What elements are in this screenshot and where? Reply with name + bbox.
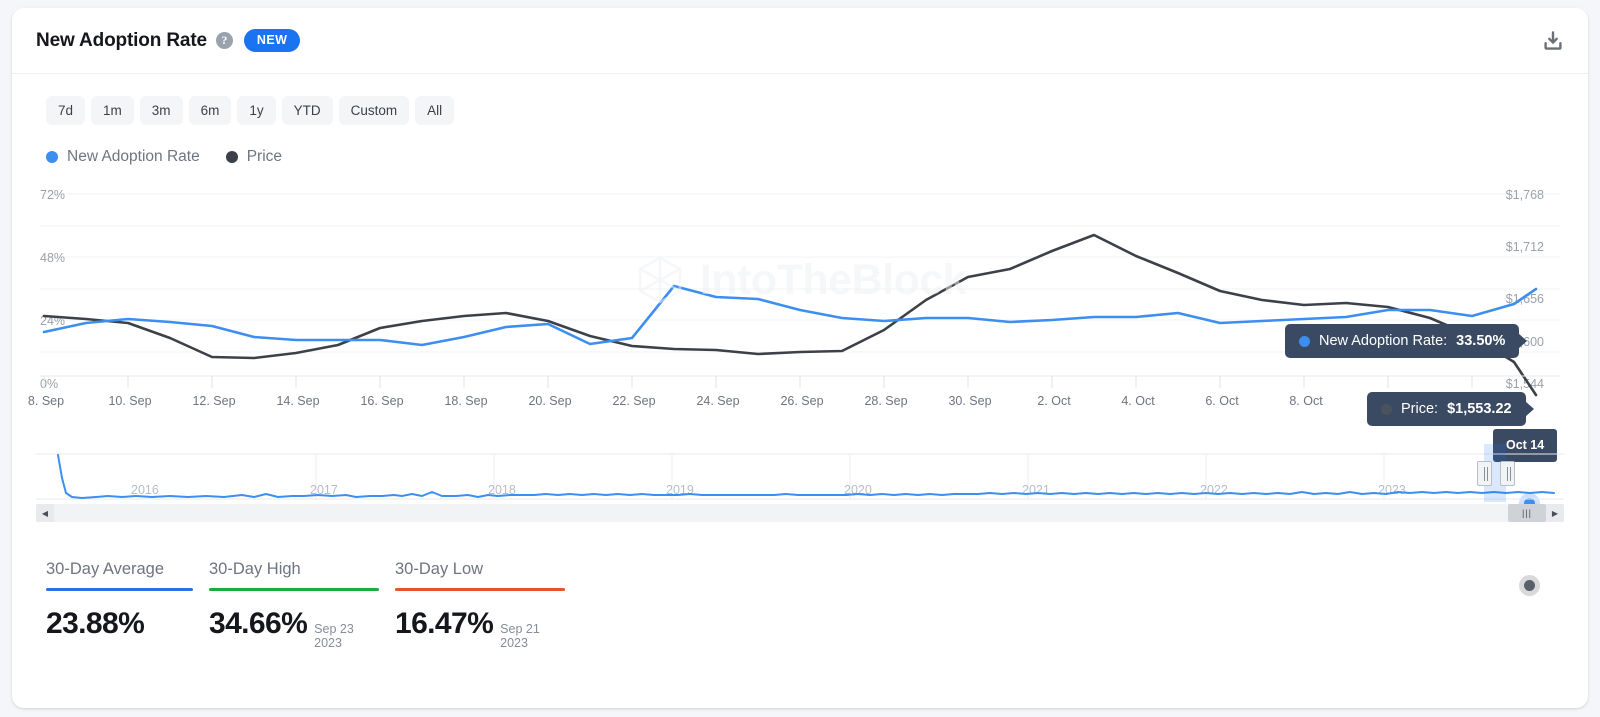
tooltip-value: 33.50% (1456, 333, 1505, 349)
navigator-handle-right[interactable] (1500, 461, 1515, 486)
svg-text:72%: 72% (40, 188, 65, 202)
range-button-7d[interactable]: 7d (46, 96, 85, 125)
range-button-custom[interactable]: Custom (339, 96, 410, 125)
svg-text:22. Sep: 22. Sep (612, 394, 655, 408)
stat-value-row: 34.66% Sep 23 2023 (209, 591, 379, 650)
svg-text:10. Sep: 10. Sep (108, 394, 151, 408)
scrollbar-thumb[interactable]: ||| (1508, 504, 1546, 522)
svg-text:$1,768: $1,768 (1506, 188, 1544, 202)
download-icon[interactable] (1540, 28, 1566, 54)
navigator-handle-left[interactable] (1477, 461, 1492, 486)
navigator-svg: 2016 2017 2018 2019 2020 2021 2022 2023 (36, 444, 1564, 502)
svg-text:6. Oct: 6. Oct (1205, 394, 1239, 408)
chevron-right-icon[interactable]: ▶ (1546, 504, 1564, 522)
svg-text:48%: 48% (40, 251, 65, 265)
svg-text:8. Sep: 8. Sep (28, 394, 64, 408)
status-badge: NEW (244, 29, 300, 52)
data-point-marker-price (1524, 580, 1535, 591)
tooltip-label: New Adoption Rate: (1319, 333, 1447, 349)
chart-legend: New Adoption Rate Price (12, 125, 1588, 166)
svg-text:$1,712: $1,712 (1506, 240, 1544, 254)
svg-text:12. Sep: 12. Sep (192, 394, 235, 408)
svg-text:14. Sep: 14. Sep (276, 394, 319, 408)
svg-text:2. Oct: 2. Oct (1037, 394, 1071, 408)
stat-30-day-high: 30-Day High 34.66% Sep 23 2023 (209, 560, 379, 650)
chart-card: New Adoption Rate ? NEW 7d 1m 3m 6m 1y Y… (12, 8, 1588, 708)
range-button-6m[interactable]: 6m (189, 96, 232, 125)
navigator-series-line (58, 455, 1554, 498)
tooltip-label: Price: (1401, 401, 1438, 417)
series-line-price (44, 235, 1536, 395)
svg-text:0%: 0% (40, 377, 58, 391)
stat-date: Sep 21 2023 (500, 622, 565, 650)
stat-label: 30-Day Average (46, 560, 193, 588)
stat-label: 30-Day Low (395, 560, 565, 588)
stat-value-row: 16.47% Sep 21 2023 (395, 591, 565, 650)
svg-text:30. Sep: 30. Sep (948, 394, 991, 408)
legend-item-price[interactable]: Price (226, 148, 282, 166)
legend-item-new-adoption-rate[interactable]: New Adoption Rate (46, 148, 200, 166)
stat-value: 16.47% (395, 607, 493, 641)
legend-color-dot (46, 151, 58, 163)
svg-text:2022: 2022 (1200, 483, 1228, 497)
svg-text:4. Oct: 4. Oct (1121, 394, 1155, 408)
range-button-1y[interactable]: 1y (237, 96, 275, 125)
chart-navigator[interactable]: 2016 2017 2018 2019 2020 2021 2022 2023 (36, 444, 1564, 502)
tooltip-color-dot (1299, 336, 1310, 347)
tooltip-color-dot (1381, 404, 1392, 415)
range-selector: 7d 1m 3m 6m 1y YTD Custom All (12, 74, 1588, 125)
summary-stats: 30-Day Average 23.88% 30-Day High 34.66%… (12, 522, 1588, 650)
legend-label: New Adoption Rate (67, 148, 200, 166)
stat-label: 30-Day High (209, 560, 379, 588)
svg-text:2016: 2016 (131, 483, 159, 497)
question-mark-icon[interactable]: ? (216, 32, 233, 49)
tooltip-new-adoption-rate: New Adoption Rate: 33.50% (1285, 324, 1519, 358)
range-button-3m[interactable]: 3m (140, 96, 183, 125)
svg-text:20. Sep: 20. Sep (528, 394, 571, 408)
svg-text:28. Sep: 28. Sep (864, 394, 907, 408)
svg-text:26. Sep: 26. Sep (780, 394, 823, 408)
range-button-1m[interactable]: 1m (91, 96, 134, 125)
svg-text:16. Sep: 16. Sep (360, 394, 403, 408)
legend-label: Price (247, 148, 282, 166)
svg-text:8. Oct: 8. Oct (1289, 394, 1323, 408)
page-title: New Adoption Rate (36, 30, 207, 52)
range-button-all[interactable]: All (415, 96, 454, 125)
svg-text:18. Sep: 18. Sep (444, 394, 487, 408)
stat-value: 23.88% (46, 607, 144, 641)
stat-value: 34.66% (209, 607, 307, 641)
horizontal-scrollbar[interactable]: ◀ ||| ▶ (36, 504, 1564, 522)
tooltip-price: Price: $1,553.22 (1367, 392, 1526, 426)
svg-text:2023: 2023 (1378, 483, 1406, 497)
svg-text:24. Sep: 24. Sep (696, 394, 739, 408)
stat-value-row: 23.88% (46, 591, 193, 641)
range-button-ytd[interactable]: YTD (282, 96, 333, 125)
legend-color-dot (226, 151, 238, 163)
chart-svg: 72% 48% 24% 0% $1,768 $1,712 $1,656 $1,6… (12, 176, 1588, 438)
chevron-left-icon[interactable]: ◀ (36, 504, 54, 522)
tooltip-value: $1,553.22 (1447, 401, 1512, 417)
chart-plot-area[interactable]: IntoTheBlock 72% 48% 24% 0% $1,768 $1,71… (12, 176, 1588, 438)
card-header: New Adoption Rate ? NEW (12, 8, 1588, 74)
stat-30-day-average: 30-Day Average 23.88% (46, 560, 193, 650)
stat-date: Sep 23 2023 (314, 622, 379, 650)
stat-30-day-low: 30-Day Low 16.47% Sep 21 2023 (395, 560, 565, 650)
